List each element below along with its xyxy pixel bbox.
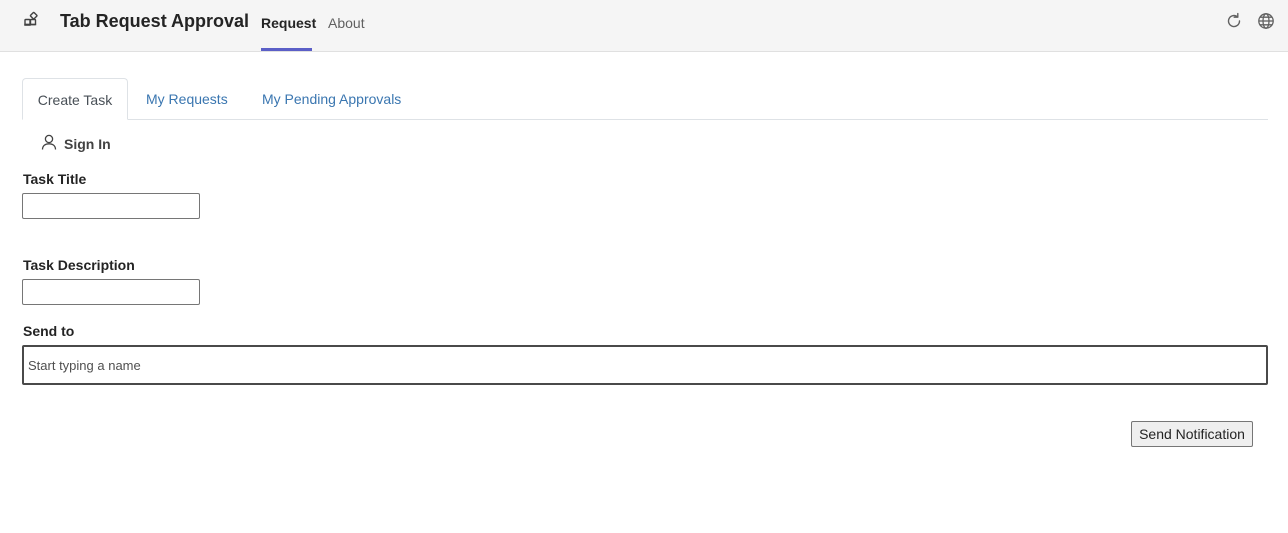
sign-in-button[interactable]: Sign In [40, 134, 111, 154]
nav-tab-request[interactable]: Request [261, 14, 316, 32]
globe-icon[interactable] [1256, 11, 1276, 31]
task-description-input[interactable] [22, 279, 200, 305]
active-tab-indicator [261, 48, 312, 51]
task-title-label: Task Title [23, 171, 87, 187]
app-header: Tab Request Approval Request About [0, 0, 1288, 52]
sign-in-label: Sign In [64, 136, 111, 152]
send-notification-button[interactable]: Send Notification [1131, 421, 1253, 447]
apps-icon[interactable] [22, 11, 42, 31]
task-description-label: Task Description [23, 257, 135, 273]
person-icon [40, 133, 58, 156]
send-to-label: Send to [23, 323, 75, 339]
nav-tab-about[interactable]: About [328, 14, 365, 32]
tab-create-task[interactable]: Create Task [22, 78, 128, 120]
tab-my-requests[interactable]: My Requests [146, 78, 228, 120]
tab-my-pending-approvals[interactable]: My Pending Approvals [262, 78, 401, 120]
task-title-input[interactable] [22, 193, 200, 219]
people-picker-input[interactable] [22, 345, 1268, 385]
app-title: Tab Request Approval [60, 11, 250, 31]
refresh-icon[interactable] [1224, 11, 1244, 31]
